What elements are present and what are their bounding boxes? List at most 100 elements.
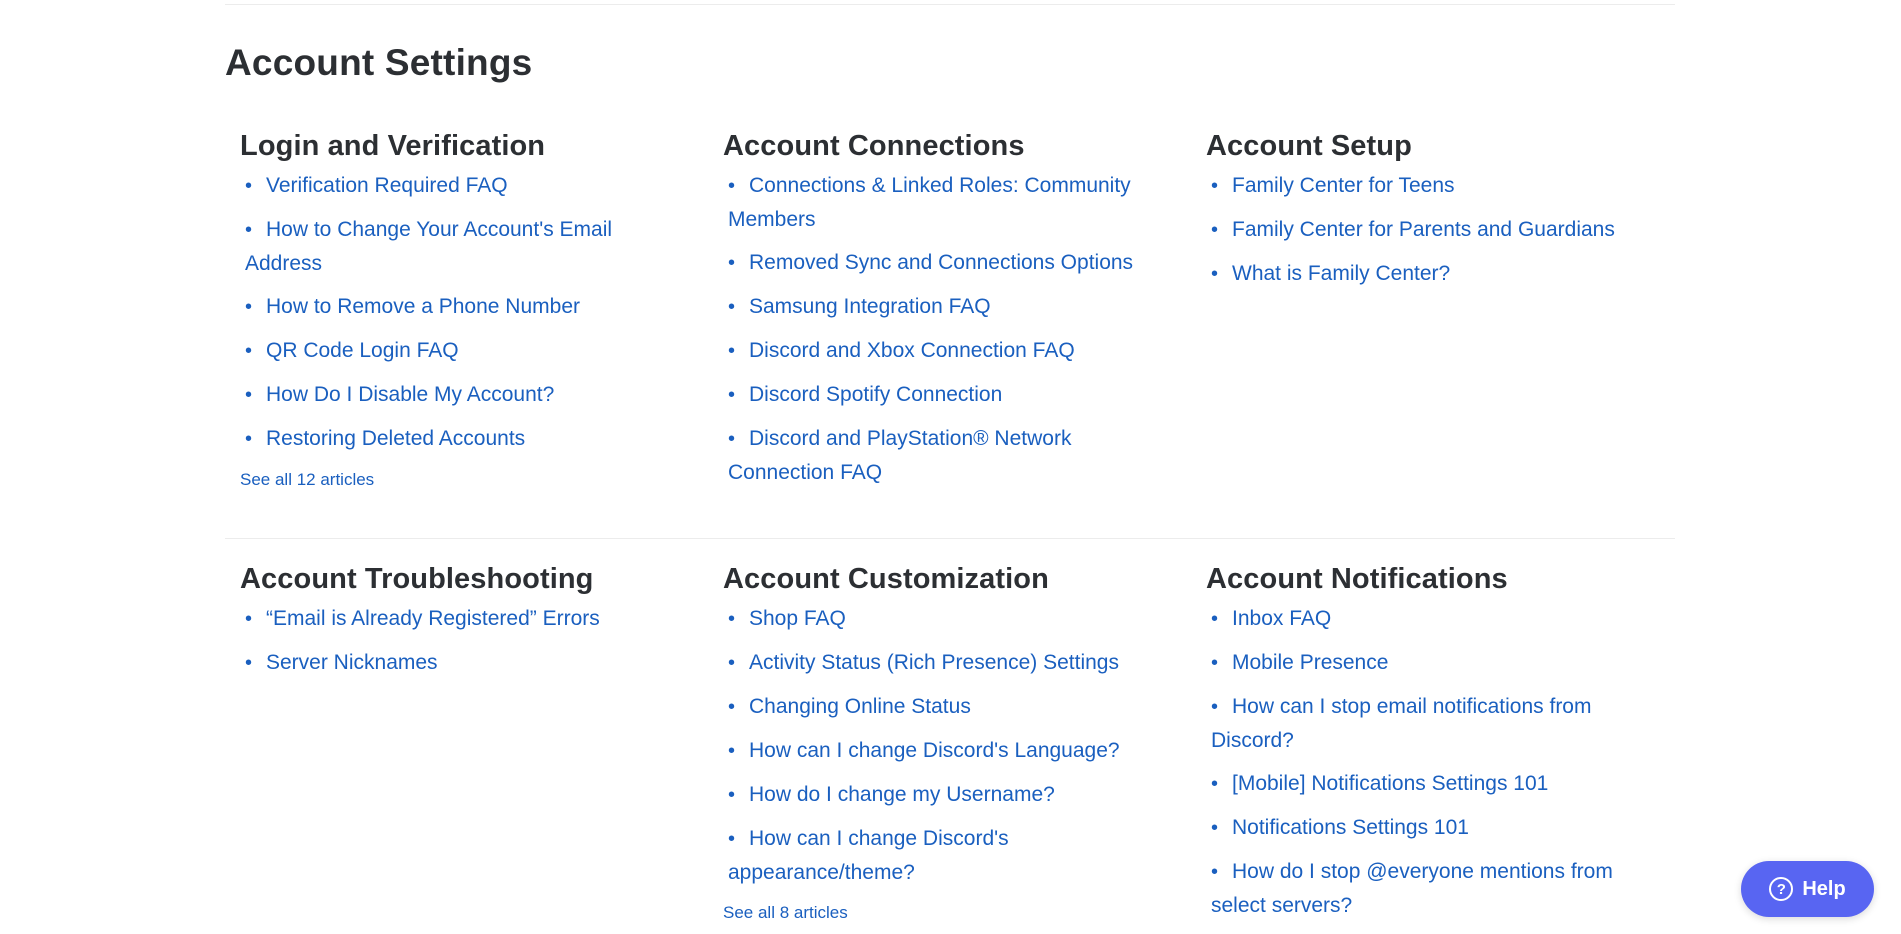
article-link[interactable]: How can I change Discord's Language? — [749, 739, 1120, 762]
article-list-item: • Server Nicknames — [240, 646, 668, 680]
article-link[interactable]: Notifications Settings 101 — [1232, 816, 1469, 839]
article-list-item: • Samsung Integration FAQ — [723, 290, 1151, 324]
article-link[interactable]: How can I change Discord's appearance/th… — [728, 827, 1009, 884]
bullet-icon: • — [245, 652, 253, 674]
bullet-icon: • — [728, 608, 736, 630]
article-list-item: • Inbox FAQ — [1206, 602, 1634, 636]
row-divider — [225, 538, 1675, 539]
article-link[interactable]: How do I change my Username? — [749, 783, 1055, 806]
article-list-item: • Changing Online Status — [723, 690, 1151, 724]
bullet-icon: • — [1211, 219, 1219, 241]
article-list-item: • Restoring Deleted Accounts — [240, 422, 668, 456]
article-link[interactable]: Restoring Deleted Accounts — [266, 427, 525, 450]
article-list-item: • How Do I Disable My Account? — [240, 378, 668, 412]
bullet-icon: • — [245, 428, 253, 450]
article-list-item: • Discord and Xbox Connection FAQ — [723, 334, 1151, 368]
article-list-item: • How can I stop email notifications from… — [1206, 690, 1634, 757]
article-link[interactable]: How to Remove a Phone Number — [266, 295, 580, 318]
article-link[interactable]: “Email is Already Registered” Errors — [266, 607, 600, 630]
bullet-icon: • — [245, 340, 253, 362]
bullet-icon: • — [728, 296, 736, 318]
bullet-icon: • — [728, 175, 736, 197]
article-list-item: • Family Center for Teens — [1206, 169, 1634, 203]
category-account-customization: Account Customization • Shop FAQ • Activity … — [708, 560, 1191, 934]
article-list: • Verification Required FAQ • How to Change… — [240, 169, 668, 456]
bullet-icon: • — [1211, 263, 1219, 285]
bullet-icon: • — [245, 384, 253, 406]
article-list-item: • “Email is Already Registered” Errors — [240, 602, 668, 636]
category-row-2: Account Troubleshooting • “Email is Alread… — [225, 560, 1675, 934]
category-title[interactable]: Account Notifications — [1206, 560, 1634, 598]
article-list: • “Email is Already Registered” Errors • Se… — [240, 602, 668, 680]
category-title[interactable]: Account Troubleshooting — [240, 560, 668, 598]
category-row-1: Login and Verification • Verification Requ… — [225, 127, 1675, 537]
article-link[interactable]: Discord Spotify Connection — [749, 383, 1002, 406]
article-list-item: • Shop FAQ — [723, 602, 1151, 636]
article-link[interactable]: Discord and Xbox Connection FAQ — [749, 339, 1075, 362]
article-list-item: • How do I change my Username? — [723, 778, 1151, 812]
article-link[interactable]: How Do I Disable My Account? — [266, 383, 554, 406]
category-account-connections: Account Connections • Connections & Linked… — [708, 127, 1191, 537]
category-title[interactable]: Account Customization — [723, 560, 1151, 598]
article-list-item: • Mobile Presence — [1206, 646, 1634, 680]
bullet-icon: • — [245, 219, 253, 241]
article-list-item: • Discord Spotify Connection — [723, 378, 1151, 412]
article-link[interactable]: How to Change Your Account's Email Addre… — [245, 218, 612, 275]
article-link[interactable]: Activity Status (Rich Presence) Settings — [749, 651, 1119, 674]
article-list-item: • Notifications Settings 101 — [1206, 811, 1634, 845]
article-list: • Shop FAQ • Activity Status (Rich Presence… — [723, 602, 1151, 889]
top-divider — [225, 4, 1675, 5]
article-link[interactable]: Changing Online Status — [749, 695, 971, 718]
bullet-icon: • — [1211, 773, 1219, 795]
bullet-icon: • — [1211, 696, 1219, 718]
article-link[interactable]: Discord and PlayStation® Network Connect… — [728, 427, 1071, 484]
article-list-item: • Discord and PlayStation® Network Connec… — [723, 422, 1151, 489]
bullet-icon: • — [728, 784, 736, 806]
bullet-icon: • — [728, 740, 736, 762]
article-link[interactable]: Inbox FAQ — [1232, 607, 1331, 630]
article-link[interactable]: Shop FAQ — [749, 607, 846, 630]
article-list-item: • Removed Sync and Connections Options — [723, 246, 1151, 280]
article-link[interactable]: How do I stop @everyone mentions from se… — [1211, 860, 1613, 917]
category-title[interactable]: Account Connections — [723, 127, 1151, 165]
article-list: • Inbox FAQ • Mobile Presence • How can I sto… — [1206, 602, 1634, 922]
article-list-item: • How can I change Discord's Language? — [723, 734, 1151, 768]
bullet-icon: • — [1211, 861, 1219, 883]
bullet-icon: • — [728, 340, 736, 362]
help-center-page: Account Settings Login and Verification •… — [0, 0, 1901, 934]
article-link[interactable]: QR Code Login FAQ — [266, 339, 459, 362]
category-account-setup: Account Setup • Family Center for Teens • Fa… — [1191, 127, 1674, 537]
article-list: • Connections & Linked Roles: Community M… — [723, 169, 1151, 489]
bullet-icon: • — [728, 428, 736, 450]
article-list-item: • What is Family Center? — [1206, 257, 1634, 291]
article-link[interactable]: Connections & Linked Roles: Community Me… — [728, 174, 1131, 231]
article-list-item: • [Mobile] Notifications Settings 101 — [1206, 767, 1634, 801]
article-link[interactable]: Mobile Presence — [1232, 651, 1388, 674]
article-list-item: • How to Change Your Account's Email Addr… — [240, 213, 668, 280]
bullet-icon: • — [1211, 817, 1219, 839]
see-all-articles-link[interactable]: See all 12 articles — [240, 470, 374, 490]
article-link[interactable]: Removed Sync and Connections Options — [749, 251, 1133, 274]
bullet-icon: • — [728, 828, 736, 850]
bullet-icon: • — [728, 252, 736, 274]
section-title: Account Settings — [225, 42, 533, 83]
article-list-item: • How can I change Discord's appearance/t… — [723, 822, 1151, 889]
see-all-articles-link[interactable]: See all 8 articles — [723, 903, 848, 923]
bullet-icon: • — [245, 296, 253, 318]
bullet-icon: • — [245, 175, 253, 197]
article-link[interactable]: Family Center for Parents and Guardians — [1232, 218, 1615, 241]
article-link[interactable]: Verification Required FAQ — [266, 174, 508, 197]
article-link[interactable]: [Mobile] Notifications Settings 101 — [1232, 772, 1548, 795]
article-list: • Family Center for Teens • Family Center f… — [1206, 169, 1634, 291]
article-link[interactable]: Family Center for Teens — [1232, 174, 1455, 197]
article-link[interactable]: How can I stop email notifications from … — [1211, 695, 1591, 752]
category-title[interactable]: Account Setup — [1206, 127, 1634, 165]
bullet-icon: • — [1211, 175, 1219, 197]
article-link[interactable]: Server Nicknames — [266, 651, 438, 674]
help-button[interactable]: ? Help — [1741, 861, 1874, 917]
article-link[interactable]: What is Family Center? — [1232, 262, 1450, 285]
help-button-label: Help — [1802, 877, 1846, 900]
article-link[interactable]: Samsung Integration FAQ — [749, 295, 991, 318]
bullet-icon: • — [1211, 652, 1219, 674]
category-title[interactable]: Login and Verification — [240, 127, 668, 165]
